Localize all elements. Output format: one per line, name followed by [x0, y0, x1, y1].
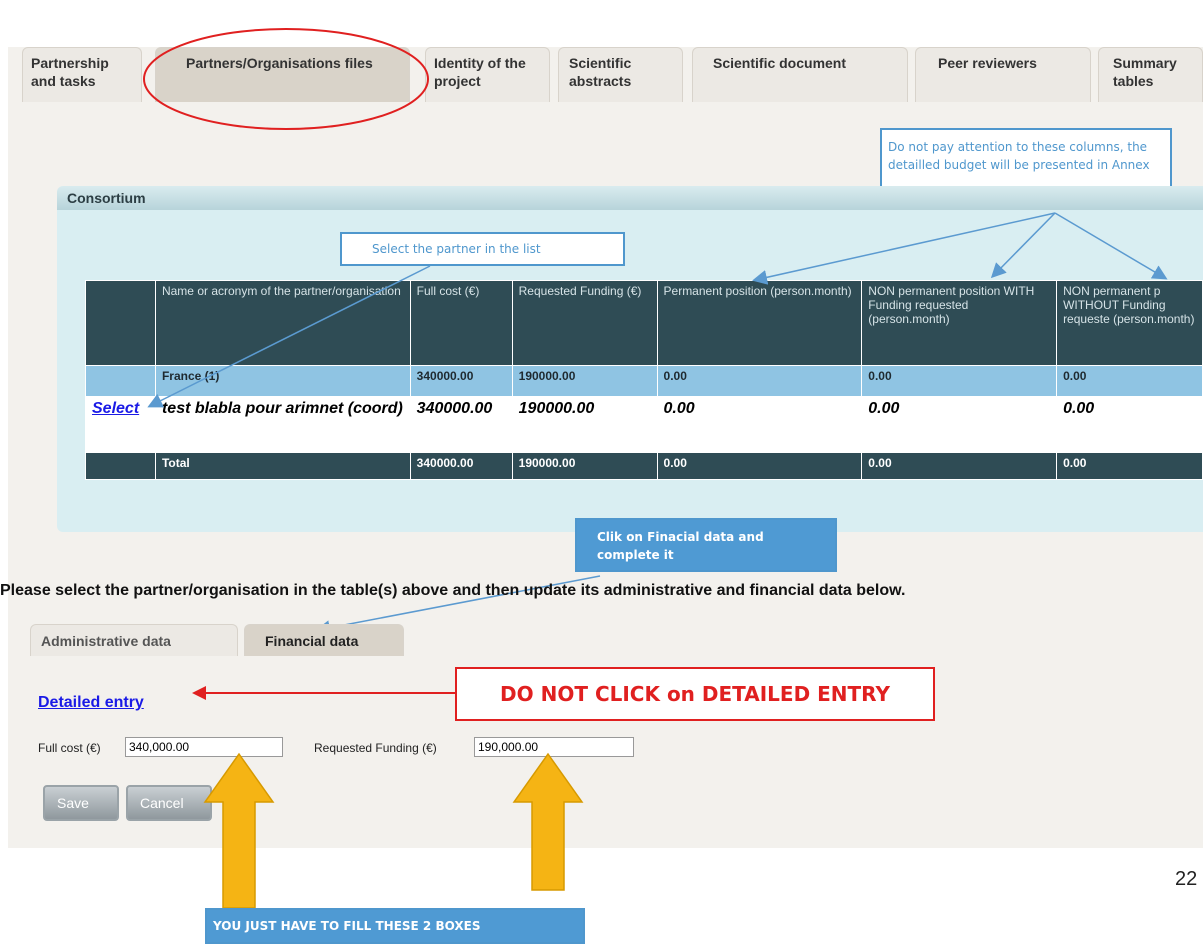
requested-funding-label: Requested Funding (€)	[314, 741, 437, 755]
detailed-entry-link[interactable]: Detailed entry	[38, 694, 144, 712]
do-not-click-warning: DO NOT CLICK on DETAILED ENTRY	[455, 667, 935, 721]
tab-administrative-data[interactable]: Administrative data	[30, 624, 238, 656]
yellow-arrow-requested	[512, 752, 584, 891]
yellow-arrow-full-cost	[203, 752, 275, 909]
tab-label: Financial data	[265, 633, 359, 649]
full-cost-label: Full cost (€)	[38, 741, 101, 755]
cancel-button[interactable]: Cancel	[126, 785, 212, 821]
tab-label: Administrative data	[41, 633, 171, 649]
fill-boxes-callout: YOU JUST HAVE TO FILL THESE 2 BOXES	[205, 908, 585, 944]
red-arrow	[192, 686, 455, 700]
instructions-text: Please select the partner/organisation i…	[0, 582, 906, 599]
tab-financial-data[interactable]: Financial data	[244, 624, 404, 656]
save-button[interactable]: Save	[43, 785, 119, 821]
page-number: 22	[1175, 868, 1198, 890]
financial-click-callout: Clik on Finacial data and complete it	[575, 518, 837, 572]
